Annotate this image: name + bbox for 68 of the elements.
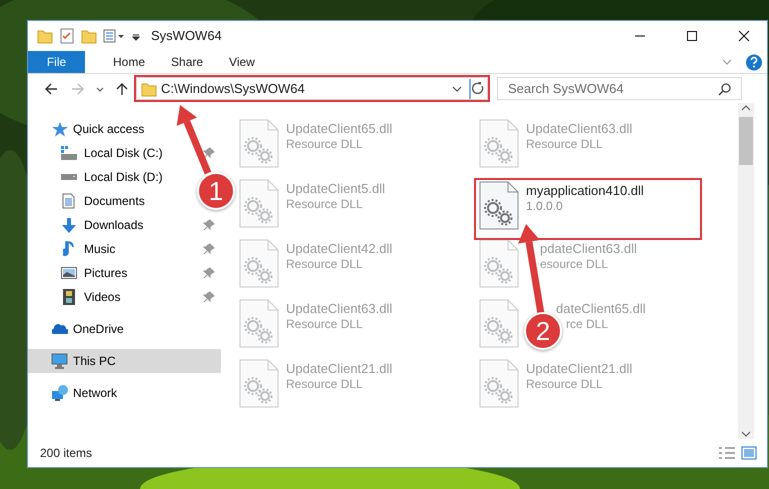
sidebar-item[interactable]: Downloads [58,213,146,237]
file-detail: Resource DLL [286,136,363,152]
download-arrow-icon [62,218,76,232]
search-icon [718,82,732,96]
arrow [176,105,212,174]
picture-frame-icon [60,267,76,279]
dll-file-icon [479,181,519,230]
dll-file-icon [239,179,279,228]
dll-file-icon [479,299,519,348]
scrollbar[interactable] [738,103,754,439]
sidebar-item[interactable]: Music [58,237,118,261]
dll-file-icon [239,239,279,288]
sidebar-item[interactable]: Documents [58,189,147,213]
search-field[interactable]: Search SysWOW64 [497,77,742,100]
sidebar-item[interactable]: Pictures [58,261,130,285]
forward-icon [71,82,85,96]
scroll-down-icon [741,429,751,439]
file-detail: Resource DLL [286,376,363,392]
file-detail: Resource DLL [526,136,603,152]
scroll-up-icon [741,103,751,113]
item-count: 200 items [40,445,94,462]
properties-icon[interactable] [103,28,125,44]
file-name[interactable]: myapplication410.dll [526,183,644,198]
file-detail: rce DLL [566,316,608,332]
monitor-icon [51,353,68,369]
folder-icon [37,28,53,44]
cloud-icon [52,324,68,334]
details-view-icon[interactable] [718,446,736,460]
sidebar-item[interactable]: Videos [58,285,122,309]
folder-icon [141,80,157,96]
ribbon-tab[interactable]: Share [158,51,216,73]
dll-file-icon [239,359,279,408]
music-note-icon [62,241,74,257]
up-icon [115,82,129,96]
file-detail: Resource DLL [286,316,363,332]
film-icon [62,289,74,305]
sidebar-item[interactable]: Local Disk (D:) [58,165,165,189]
dll-file-icon [479,119,519,168]
close-icon [738,30,750,42]
network-icon [52,385,68,401]
address-bar[interactable]: C:\Windows\SysWOW64 [136,77,488,100]
drive-icon [60,146,76,160]
file-tab[interactable]: File [28,51,85,73]
back-icon [44,82,58,96]
dll-file-icon [239,299,279,348]
dll-file-icon [239,119,279,168]
star-icon [52,122,68,136]
sidebar-item[interactable]: OneDrive [49,317,126,341]
dll-file-icon [479,239,519,288]
maximize-icon [686,30,698,42]
file-detail: Resource DLL [286,256,363,272]
file-detail: 1.0.0.0 [526,198,563,214]
ribbon-tab[interactable]: View [216,51,268,73]
checklist-icon[interactable] [59,28,75,44]
sidebar-item[interactable]: Local Disk (C:) [58,141,165,165]
file-detail: Resource DLL [286,196,363,212]
file-detail: Resource DLL [526,376,603,392]
sidebar-item[interactable]: Network [49,381,120,405]
scroll-thumb[interactable] [739,117,753,165]
dll-file-icon [479,359,519,408]
file-detail: esource DLL [540,256,608,272]
document-icon [62,193,75,209]
large-icons-view-icon[interactable] [741,446,757,460]
ribbon-tab[interactable]: Home [100,51,158,73]
sidebar-item[interactable]: This PC [28,349,221,373]
window-title: SysWOW64 [151,27,222,46]
drive-icon [60,174,76,180]
sidebar-item[interactable]: Quick access [49,117,146,141]
